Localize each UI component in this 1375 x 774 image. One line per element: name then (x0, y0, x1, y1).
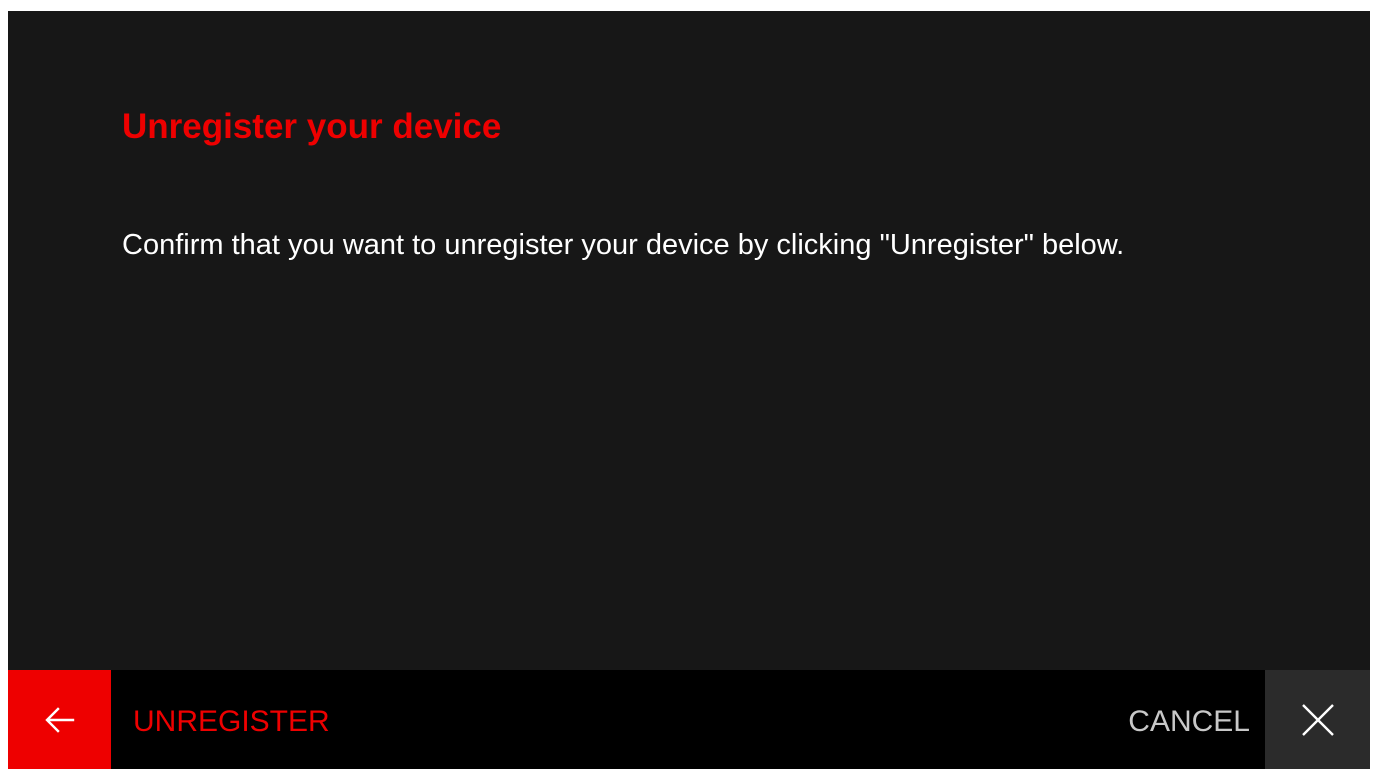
action-bar: UNREGISTER CANCEL (8, 670, 1370, 769)
arrow-left-icon (43, 703, 77, 737)
dialog-title: Unregister your device (122, 107, 502, 146)
unregister-button[interactable]: UNREGISTER (133, 670, 330, 769)
back-button[interactable] (8, 670, 111, 769)
close-button[interactable] (1265, 670, 1370, 769)
unregister-dialog: Unregister your device Confirm that you … (8, 11, 1370, 769)
cancel-button[interactable]: CANCEL (1128, 670, 1250, 769)
dialog-message: Confirm that you want to unregister your… (122, 229, 1125, 261)
close-icon (1300, 702, 1336, 738)
